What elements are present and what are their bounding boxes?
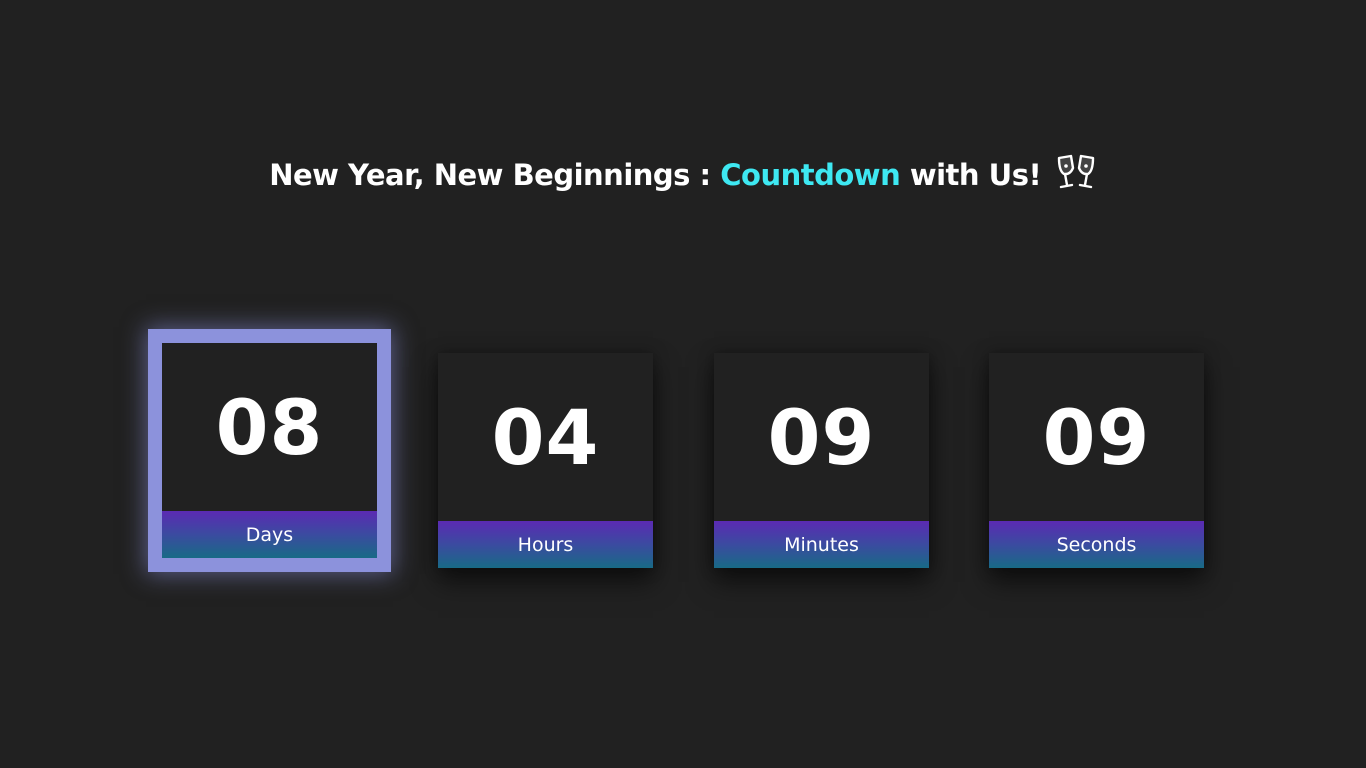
minutes-label: Minutes [714, 521, 929, 568]
title-accent-word: Countdown [720, 158, 901, 192]
clinking-glasses-icon [1055, 154, 1097, 190]
hours-card[interactable]: 04 Hours [438, 353, 653, 568]
hours-value: 04 [491, 392, 600, 482]
days-label: Days [162, 511, 377, 558]
hours-label: Hours [438, 521, 653, 568]
seconds-value: 09 [1042, 392, 1151, 482]
days-value: 08 [215, 382, 324, 472]
title-text-end: with Us! [900, 158, 1042, 192]
days-card[interactable]: 08 Days [162, 343, 377, 558]
minutes-value: 09 [767, 392, 876, 482]
seconds-card[interactable]: 09 Seconds [989, 353, 1204, 568]
page-title: New Year, New Beginnings : Countdown wit… [0, 154, 1366, 192]
countdown-page: New Year, New Beginnings : Countdown wit… [0, 0, 1366, 768]
seconds-label: Seconds [989, 521, 1204, 568]
minutes-card[interactable]: 09 Minutes [714, 353, 929, 568]
title-text-start: New Year, New Beginnings : [269, 158, 721, 192]
